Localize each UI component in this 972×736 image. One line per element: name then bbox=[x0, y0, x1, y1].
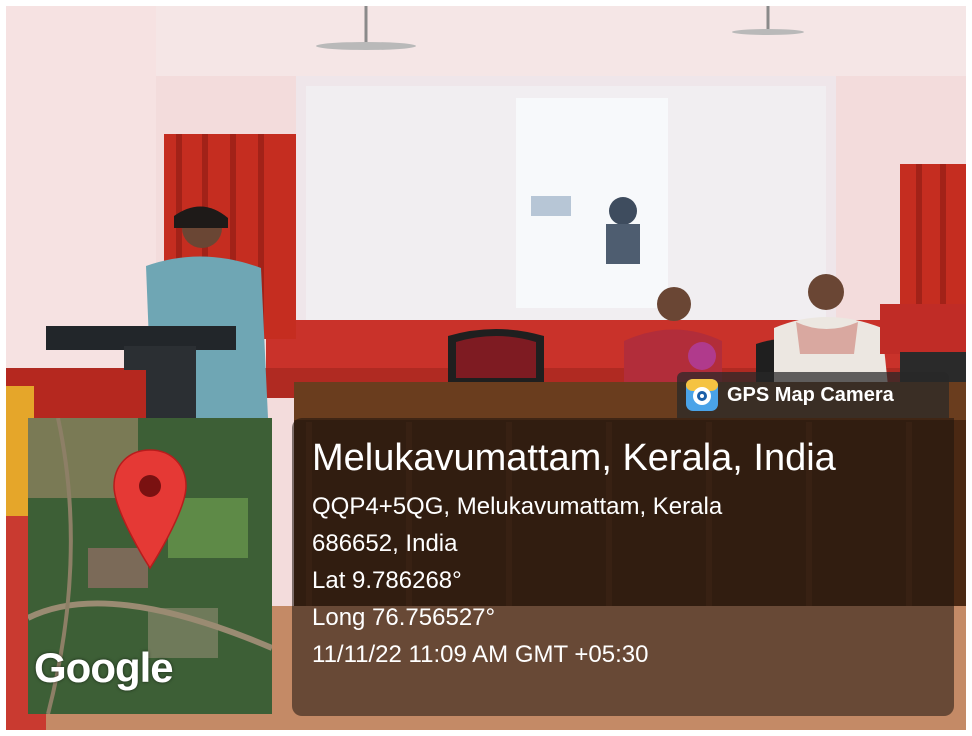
gps-map-camera-badge: GPS Map Camera bbox=[677, 372, 949, 418]
longitude: Long 76.756527° bbox=[312, 604, 496, 631]
google-logo: Google bbox=[34, 644, 174, 691]
address-line-1: QQP4+5QG, Melukavumattam, Kerala bbox=[312, 493, 723, 520]
location-title: Melukavumattam, Kerala, India bbox=[312, 437, 836, 479]
location-info-panel: Melukavumattam, Kerala, India QQP4+5QG, … bbox=[292, 418, 954, 716]
gps-map-camera-icon bbox=[686, 379, 718, 411]
address-line-2: 686652, India bbox=[312, 530, 458, 557]
gps-map-camera-label: GPS Map Camera bbox=[727, 383, 894, 406]
latitude: Lat 9.786268° bbox=[312, 567, 462, 594]
timestamp: 11/11/22 11:09 AM GMT +05:30 bbox=[312, 641, 649, 668]
satellite-map-thumbnail: Google bbox=[28, 418, 272, 714]
